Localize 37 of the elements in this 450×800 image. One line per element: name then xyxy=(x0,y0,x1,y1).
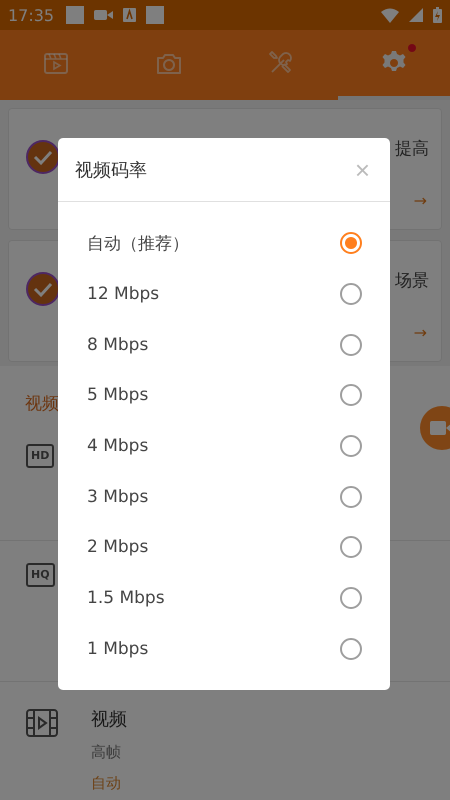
option-label[interactable]: 12 Mbps xyxy=(87,284,340,304)
quality-icon: HD xyxy=(26,444,54,468)
section-title: 视频 xyxy=(25,394,59,414)
radio-button[interactable] xyxy=(340,638,362,660)
dialog-title: 视频码率 xyxy=(75,158,148,182)
wifi-icon xyxy=(381,8,399,22)
option-label[interactable]: 2 Mbps xyxy=(87,537,340,558)
status-time: 17:35 xyxy=(8,6,54,24)
card-text: 场景 xyxy=(395,270,429,292)
setting-description: 高帧 xyxy=(91,743,122,762)
option-label[interactable]: 1 Mbps xyxy=(87,638,340,659)
video-camera-icon xyxy=(94,8,114,22)
option-label[interactable]: 3 Mbps xyxy=(87,486,340,507)
radio-button[interactable] xyxy=(340,384,362,406)
card-text: 提高 xyxy=(395,138,429,160)
film-icon xyxy=(26,709,58,737)
option-label[interactable]: 1.5 Mbps xyxy=(87,588,340,608)
option-label[interactable]: 自动（推荐） xyxy=(87,232,340,255)
radio-button[interactable] xyxy=(340,334,362,356)
app-icon xyxy=(123,8,136,22)
option-label[interactable]: 5 Mbps xyxy=(87,385,340,406)
signal-icon xyxy=(409,8,423,22)
option-label[interactable]: 8 Mbps xyxy=(87,334,340,355)
radio-button[interactable] xyxy=(340,587,362,610)
setting-title: 视频 xyxy=(91,708,127,731)
setting-value: 自动 xyxy=(91,774,122,793)
radio-button[interactable] xyxy=(340,486,362,508)
battery-icon xyxy=(433,7,442,23)
radio-button[interactable] xyxy=(340,536,362,558)
radio-button[interactable] xyxy=(340,232,362,254)
option-label[interactable]: 4 Mbps xyxy=(87,436,340,456)
radio-button[interactable] xyxy=(340,435,362,458)
radio-button[interactable] xyxy=(340,283,362,306)
notification-icon xyxy=(66,6,84,24)
video-camera-icon xyxy=(430,419,450,437)
notification-icon xyxy=(146,6,164,24)
quality-icon: HQ xyxy=(26,563,55,587)
